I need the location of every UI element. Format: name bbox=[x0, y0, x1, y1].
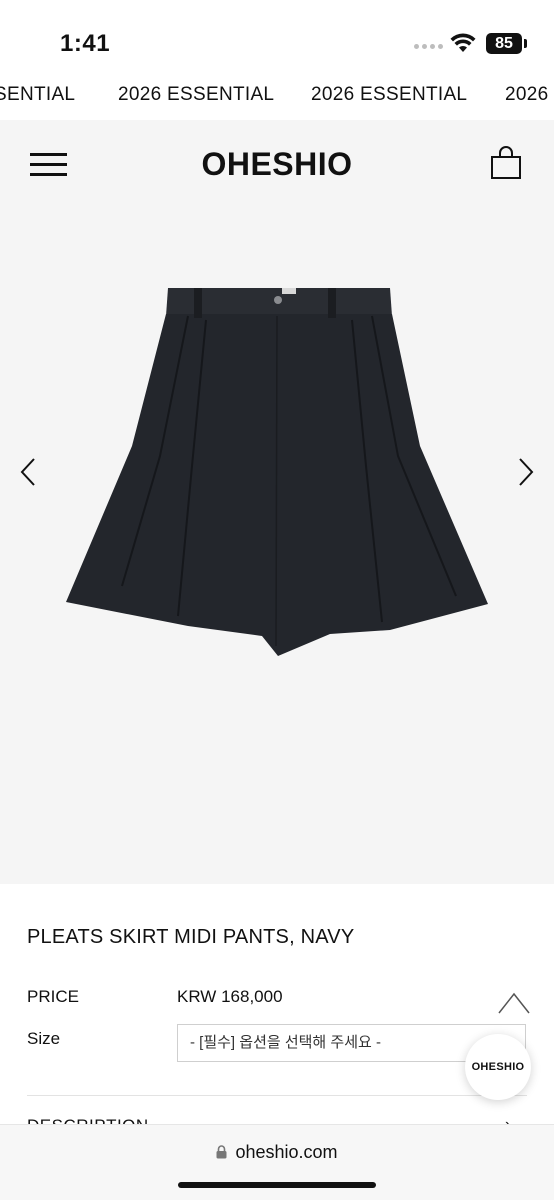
marquee-item: SENTIAL bbox=[0, 84, 76, 105]
marquee-item: 2026 ESSENTIAL bbox=[118, 84, 275, 105]
site-header: OHESHIO bbox=[0, 120, 554, 208]
status-time: 1:41 bbox=[60, 30, 111, 57]
site-logo[interactable]: OHESHIO bbox=[0, 146, 554, 183]
announcement-marquee: SENTIAL 2026 ESSENTIAL 2026 ESSENTIAL 20… bbox=[0, 70, 554, 120]
battery-indicator: 85 bbox=[486, 33, 522, 54]
brand-chat-button[interactable]: OHESHIO bbox=[465, 1034, 531, 1100]
product-image bbox=[66, 288, 488, 656]
home-indicator bbox=[178, 1182, 376, 1188]
chevron-right-icon[interactable] bbox=[516, 456, 536, 488]
divider bbox=[27, 1095, 527, 1096]
lock-icon bbox=[216, 1145, 227, 1159]
marquee-item: 2026 bbox=[505, 84, 549, 105]
browser-url-bar[interactable]: oheshio.com bbox=[0, 1124, 554, 1200]
product-gallery[interactable] bbox=[0, 208, 554, 884]
wifi-icon bbox=[450, 33, 476, 52]
cellular-signal-icon bbox=[414, 44, 443, 49]
price-value: KRW 168,000 bbox=[177, 987, 283, 1006]
marquee-item: 2026 ESSENTIAL bbox=[311, 84, 468, 105]
url-display[interactable]: oheshio.com bbox=[0, 1142, 554, 1163]
chevron-up-icon[interactable] bbox=[496, 990, 532, 1016]
size-label: Size bbox=[27, 1029, 61, 1048]
shopping-bag-icon[interactable] bbox=[490, 146, 522, 180]
price-label: PRICE bbox=[27, 987, 79, 1006]
product-info: PLEATS SKIRT MIDI PANTS, NAVY PRICE KRW … bbox=[0, 884, 554, 1135]
chevron-left-icon[interactable] bbox=[18, 456, 38, 488]
battery-cap bbox=[524, 39, 527, 48]
status-bar: 1:41 85 bbox=[0, 0, 554, 70]
product-name: PLEATS SKIRT MIDI PANTS, NAVY bbox=[27, 926, 355, 948]
url-text: oheshio.com bbox=[235, 1142, 338, 1162]
